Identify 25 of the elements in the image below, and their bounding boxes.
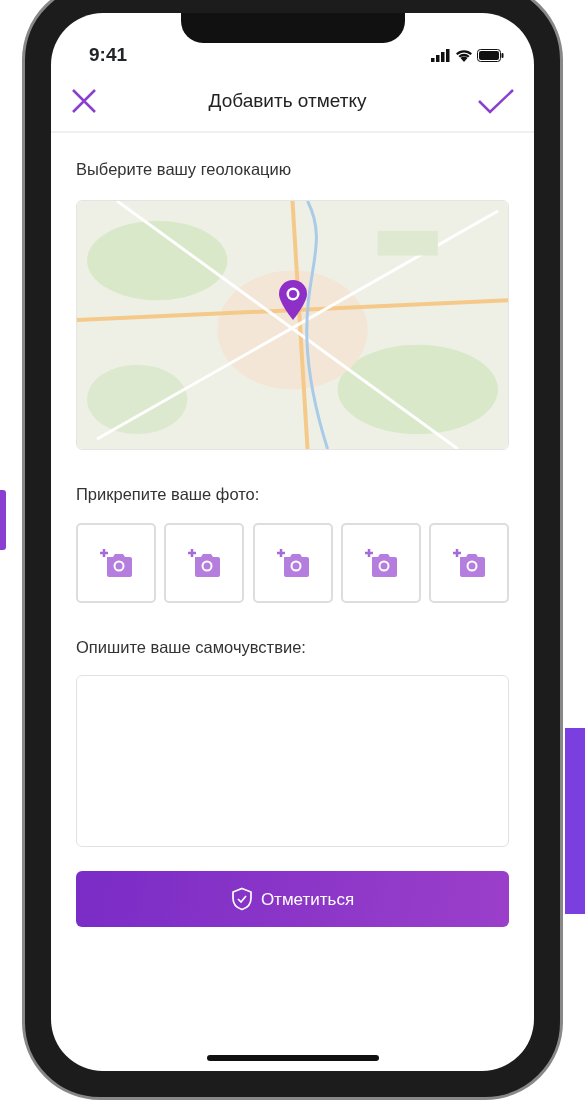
wifi-icon — [455, 48, 473, 62]
background-shape — [0, 490, 6, 550]
add-camera-icon — [99, 547, 133, 578]
add-camera-icon — [187, 547, 222, 578]
section-label: Опишите ваше самочувствие: — [76, 636, 307, 658]
confirm-button[interactable] — [478, 88, 514, 114]
submit-button[interactable]: Отметиться — [76, 871, 509, 928]
shield-check-icon — [230, 887, 253, 912]
add-photo-button[interactable] — [252, 522, 333, 603]
section-label: Выберите вашу геолокацию — [76, 159, 293, 180]
location-pin-icon — [277, 278, 309, 321]
close-button[interactable] — [71, 88, 97, 114]
add-photo-button[interactable] — [340, 522, 421, 603]
status-time: 9:41 — [89, 42, 128, 67]
add-camera-icon — [452, 547, 486, 578]
signal-icon — [431, 48, 451, 62]
add-camera-icon — [275, 547, 310, 578]
description-field[interactable] — [76, 675, 509, 848]
battery-icon — [477, 48, 504, 62]
add-camera-icon — [363, 547, 398, 578]
add-photo-button[interactable] — [429, 522, 509, 603]
section-label: Прикрепите ваше фото: — [76, 483, 261, 505]
screen-title: Добавить отметку — [208, 88, 367, 113]
add-photo-button[interactable] — [164, 522, 245, 603]
add-photo-button[interactable] — [76, 522, 156, 603]
